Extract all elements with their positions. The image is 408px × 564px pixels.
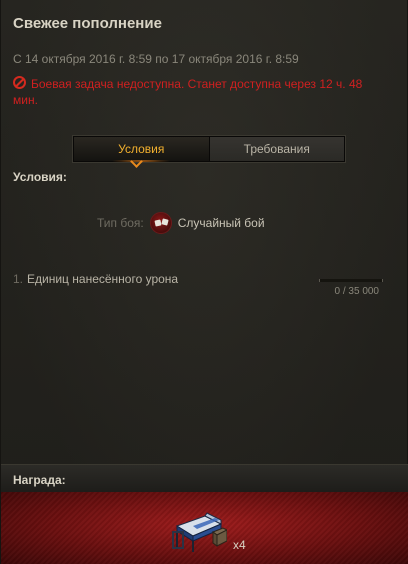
condition-number: 1.	[13, 272, 24, 286]
unavailable-warning: Боевая задача недоступна. Станет доступн…	[13, 76, 383, 108]
tab-bar: Условия Требования	[73, 136, 345, 162]
reward-header-bar: Награда:	[1, 464, 408, 493]
reward-item[interactable]: x4	[163, 508, 253, 558]
battle-type-value: Случайный бой	[177, 216, 265, 230]
quest-dates: С 14 октября 2016 г. 8:59 по 17 октября …	[13, 52, 299, 66]
random-battle-icon	[149, 212, 172, 234]
condition-progress-bar	[319, 279, 383, 282]
tab-requirements[interactable]: Требования	[209, 137, 344, 161]
quest-title: Свежее пополнение	[13, 15, 162, 32]
reward-count: x4	[233, 538, 246, 552]
warning-text: Боевая задача недоступна. Станет доступн…	[13, 77, 363, 107]
quest-panel: Свежее пополнение С 14 октября 2016 г. 8…	[0, 0, 408, 564]
battle-type-row: Тип боя: Случайный бой	[97, 212, 265, 234]
conditions-header: Условия:	[13, 170, 67, 184]
tab-conditions[interactable]: Условия	[74, 137, 210, 162]
reward-header: Награда:	[13, 473, 66, 487]
battle-type-label: Тип боя:	[97, 216, 144, 230]
condition-text: Единиц нанесённого урона	[27, 272, 179, 286]
prohibited-icon	[13, 76, 26, 89]
barracks-bed-icon	[172, 512, 227, 552]
condition-item: 1. Единиц нанесённого урона	[13, 272, 178, 286]
condition-progress-text: 0 / 35 000	[334, 286, 379, 297]
reward-area: x4	[1, 492, 408, 564]
